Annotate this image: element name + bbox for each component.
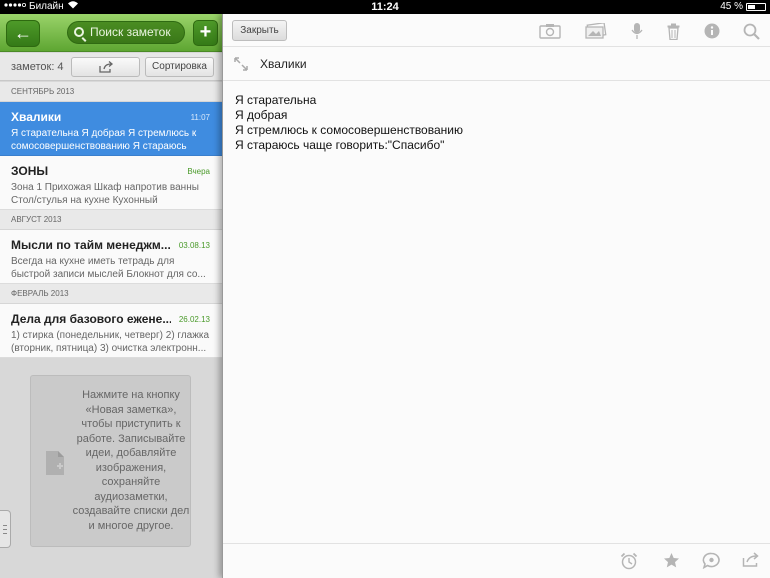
note-editor: Закрыть Хвалики Я старательна Я добрая Я… (222, 14, 770, 578)
note-item-date: 26.02.13 (178, 315, 210, 324)
back-arrow-icon: ← (14, 23, 32, 43)
notes-count: заметок: 4 (11, 61, 64, 73)
note-item-snippet: 1) стирка (понедельник, четверг) 2) глаж… (11, 330, 210, 354)
sidebar-header: ← Поиск заметок + (0, 14, 222, 52)
battery-percent: 45 % (720, 1, 743, 12)
share-list-button[interactable] (71, 57, 140, 77)
sidebar-drag-handle[interactable] (0, 510, 11, 548)
plus-icon: + (199, 21, 212, 43)
back-button[interactable]: ← (6, 20, 40, 47)
sidebar-toolbar: заметок: 4 Сортировка (0, 53, 222, 81)
note-list-item[interactable]: ЗОНЫ Вчера Зона 1 Прихожая Шкаф напротив в… (0, 156, 222, 210)
note-item-date: 11:07 (190, 113, 210, 122)
new-note-button[interactable]: + (193, 20, 218, 46)
close-button[interactable]: Закрыть (232, 20, 287, 41)
note-item-title: Дела для базового ежене... (11, 312, 171, 326)
editor-toolbar: Закрыть (223, 14, 770, 47)
document-icon (46, 451, 64, 475)
battery-icon (746, 3, 766, 11)
status-bar: Билайн 11:24 45 % (0, 0, 770, 14)
share-icon (98, 61, 113, 73)
note-list-item[interactable]: Дела для базового ежене... 26.02.13 1) сти… (0, 304, 222, 358)
clock: 11:24 (371, 1, 399, 13)
note-body[interactable]: Я старательна Я добрая Я стремлюсь к сом… (235, 93, 463, 153)
share-icon[interactable] (742, 552, 760, 567)
sort-button[interactable]: Сортировка (145, 57, 214, 77)
chat-icon[interactable] (702, 552, 721, 569)
battery-status: 45 % (720, 0, 766, 14)
section-header: АВГУСТ 2013 (0, 210, 222, 230)
empty-hint-text: Нажмите на кнопку «Новая заметка», чтобы… (72, 389, 190, 532)
info-icon[interactable] (704, 21, 720, 41)
search-notes-input[interactable]: Поиск заметок (67, 21, 185, 44)
notes-sidebar: ← Поиск заметок + заметок: 4 Сортировка … (0, 14, 222, 578)
note-list-item[interactable]: Мысли по тайм менеджм... 03.08.13 Всегда н… (0, 230, 222, 284)
note-item-title: Мысли по тайм менеджм... (11, 238, 171, 252)
search-icon (74, 27, 84, 37)
editor-bottom-bar (223, 543, 770, 578)
notes-list: СЕНТЯБРЬ 2013 Хвалики 11:07 Я старательна Я… (0, 82, 222, 358)
microphone-icon[interactable] (630, 21, 644, 41)
trash-icon[interactable] (666, 21, 680, 41)
alarm-icon[interactable] (620, 552, 638, 570)
note-item-title: ЗОНЫ (11, 164, 49, 178)
note-list-item[interactable]: Хвалики 11:07 Я старательна Я добрая Я стр… (0, 102, 222, 156)
note-item-title: Хвалики (11, 110, 62, 124)
note-body-line: Я стараюсь чаще говорить:"Спасибо" (235, 138, 445, 152)
note-header: Хвалики (223, 47, 770, 81)
note-item-date: 03.08.13 (178, 241, 210, 250)
search-placeholder: Поиск заметок (90, 25, 171, 39)
note-item-snippet: Всегда на кухне иметь тетрадь для быстро… (11, 256, 206, 280)
note-body-line: Я добрая (235, 108, 288, 122)
note-item-snippet: Я старательна Я добрая Я стремлюсь к сом… (11, 128, 197, 152)
note-item-date: Вчера (187, 167, 210, 176)
section-header: СЕНТЯБРЬ 2013 (0, 82, 222, 102)
expand-icon[interactable] (234, 57, 248, 71)
note-item-snippet: Зона 1 Прихожая Шкаф напротив ванны Стол… (11, 182, 199, 206)
search-icon[interactable] (743, 21, 760, 41)
note-body-line: Я старательна (235, 93, 317, 107)
note-body-line: Я стремлюсь к сомосовершенствованию (235, 123, 463, 137)
section-header: ФЕВРАЛЬ 2013 (0, 284, 222, 304)
empty-hint-card: Нажмите на кнопку «Новая заметка», чтобы… (30, 375, 191, 547)
note-title[interactable]: Хвалики (260, 57, 307, 71)
camera-icon[interactable] (539, 21, 561, 41)
photo-icon[interactable] (585, 21, 607, 41)
star-icon[interactable] (663, 552, 680, 569)
